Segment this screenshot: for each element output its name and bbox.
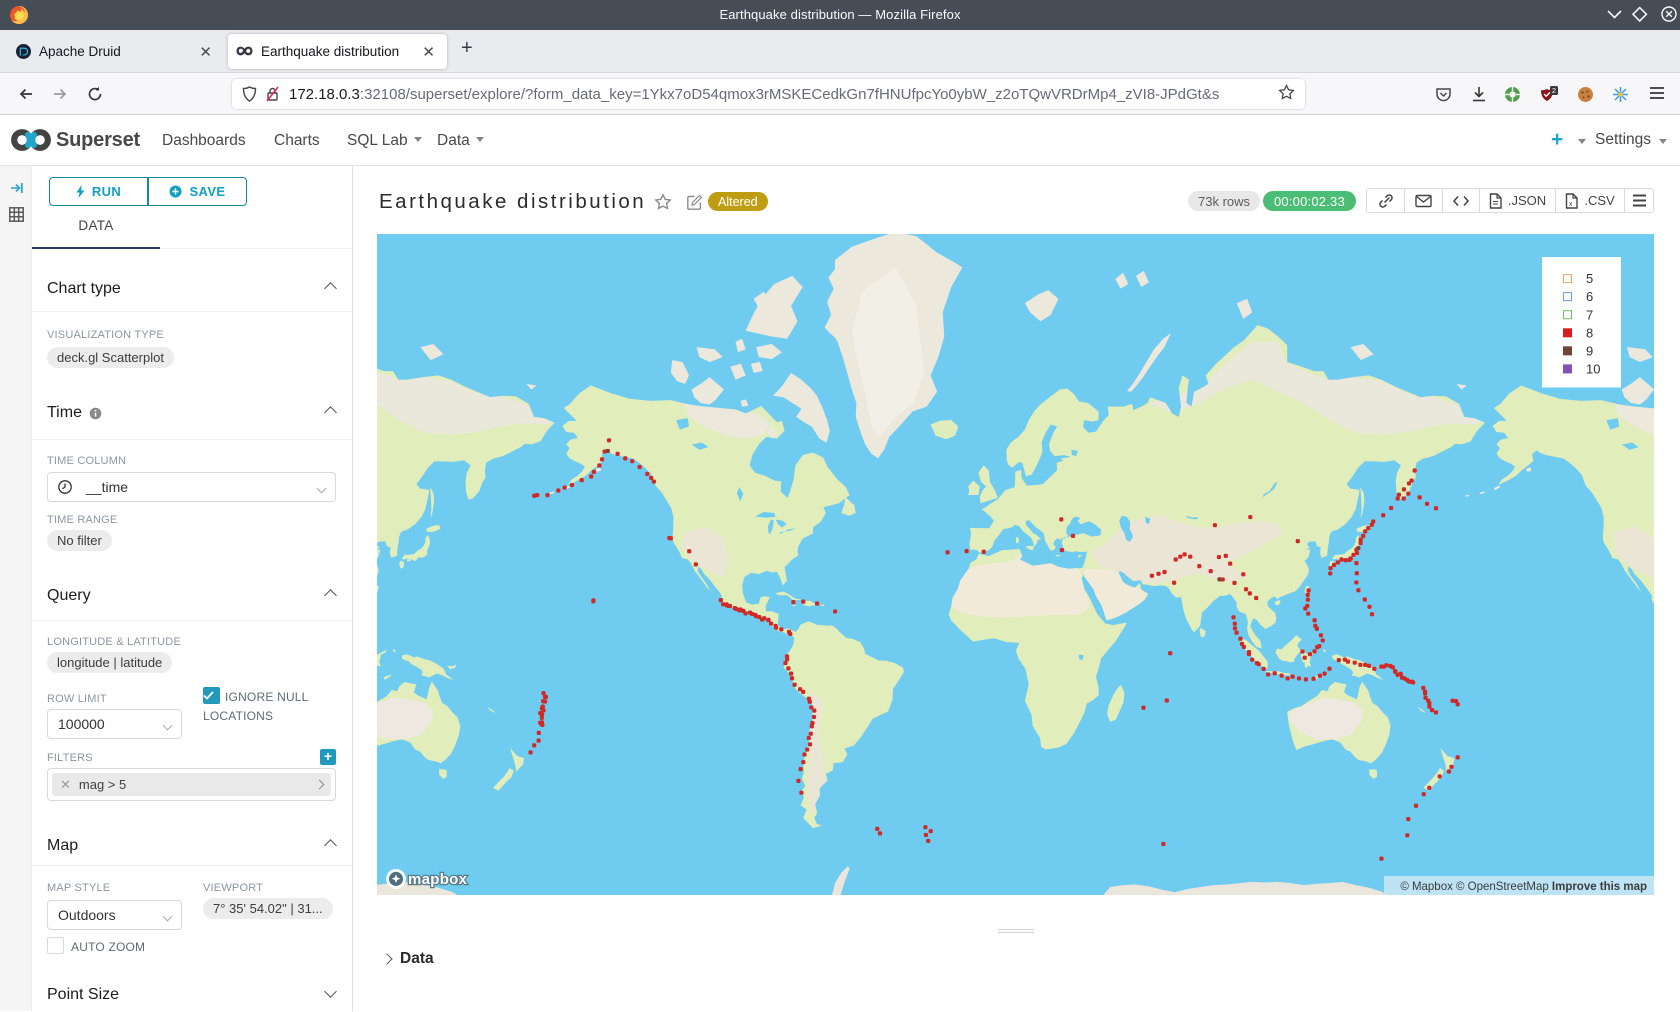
svg-text:6: 6 xyxy=(1586,289,1593,304)
svg-text:7: 7 xyxy=(1586,307,1593,322)
svg-text:9: 9 xyxy=(1586,343,1593,358)
svg-text:© Mapbox © OpenStreetMap Impro: © Mapbox © OpenStreetMap Improve this ma… xyxy=(1400,881,1647,893)
svg-text:x: x xyxy=(1569,201,1573,208)
svg-text:mapbox: mapbox xyxy=(408,871,468,888)
svg-text:10: 10 xyxy=(1586,361,1600,376)
svg-text:8: 8 xyxy=(1586,325,1593,340)
svg-text:2: 2 xyxy=(1552,86,1556,95)
svg-text:5: 5 xyxy=(1586,271,1593,286)
